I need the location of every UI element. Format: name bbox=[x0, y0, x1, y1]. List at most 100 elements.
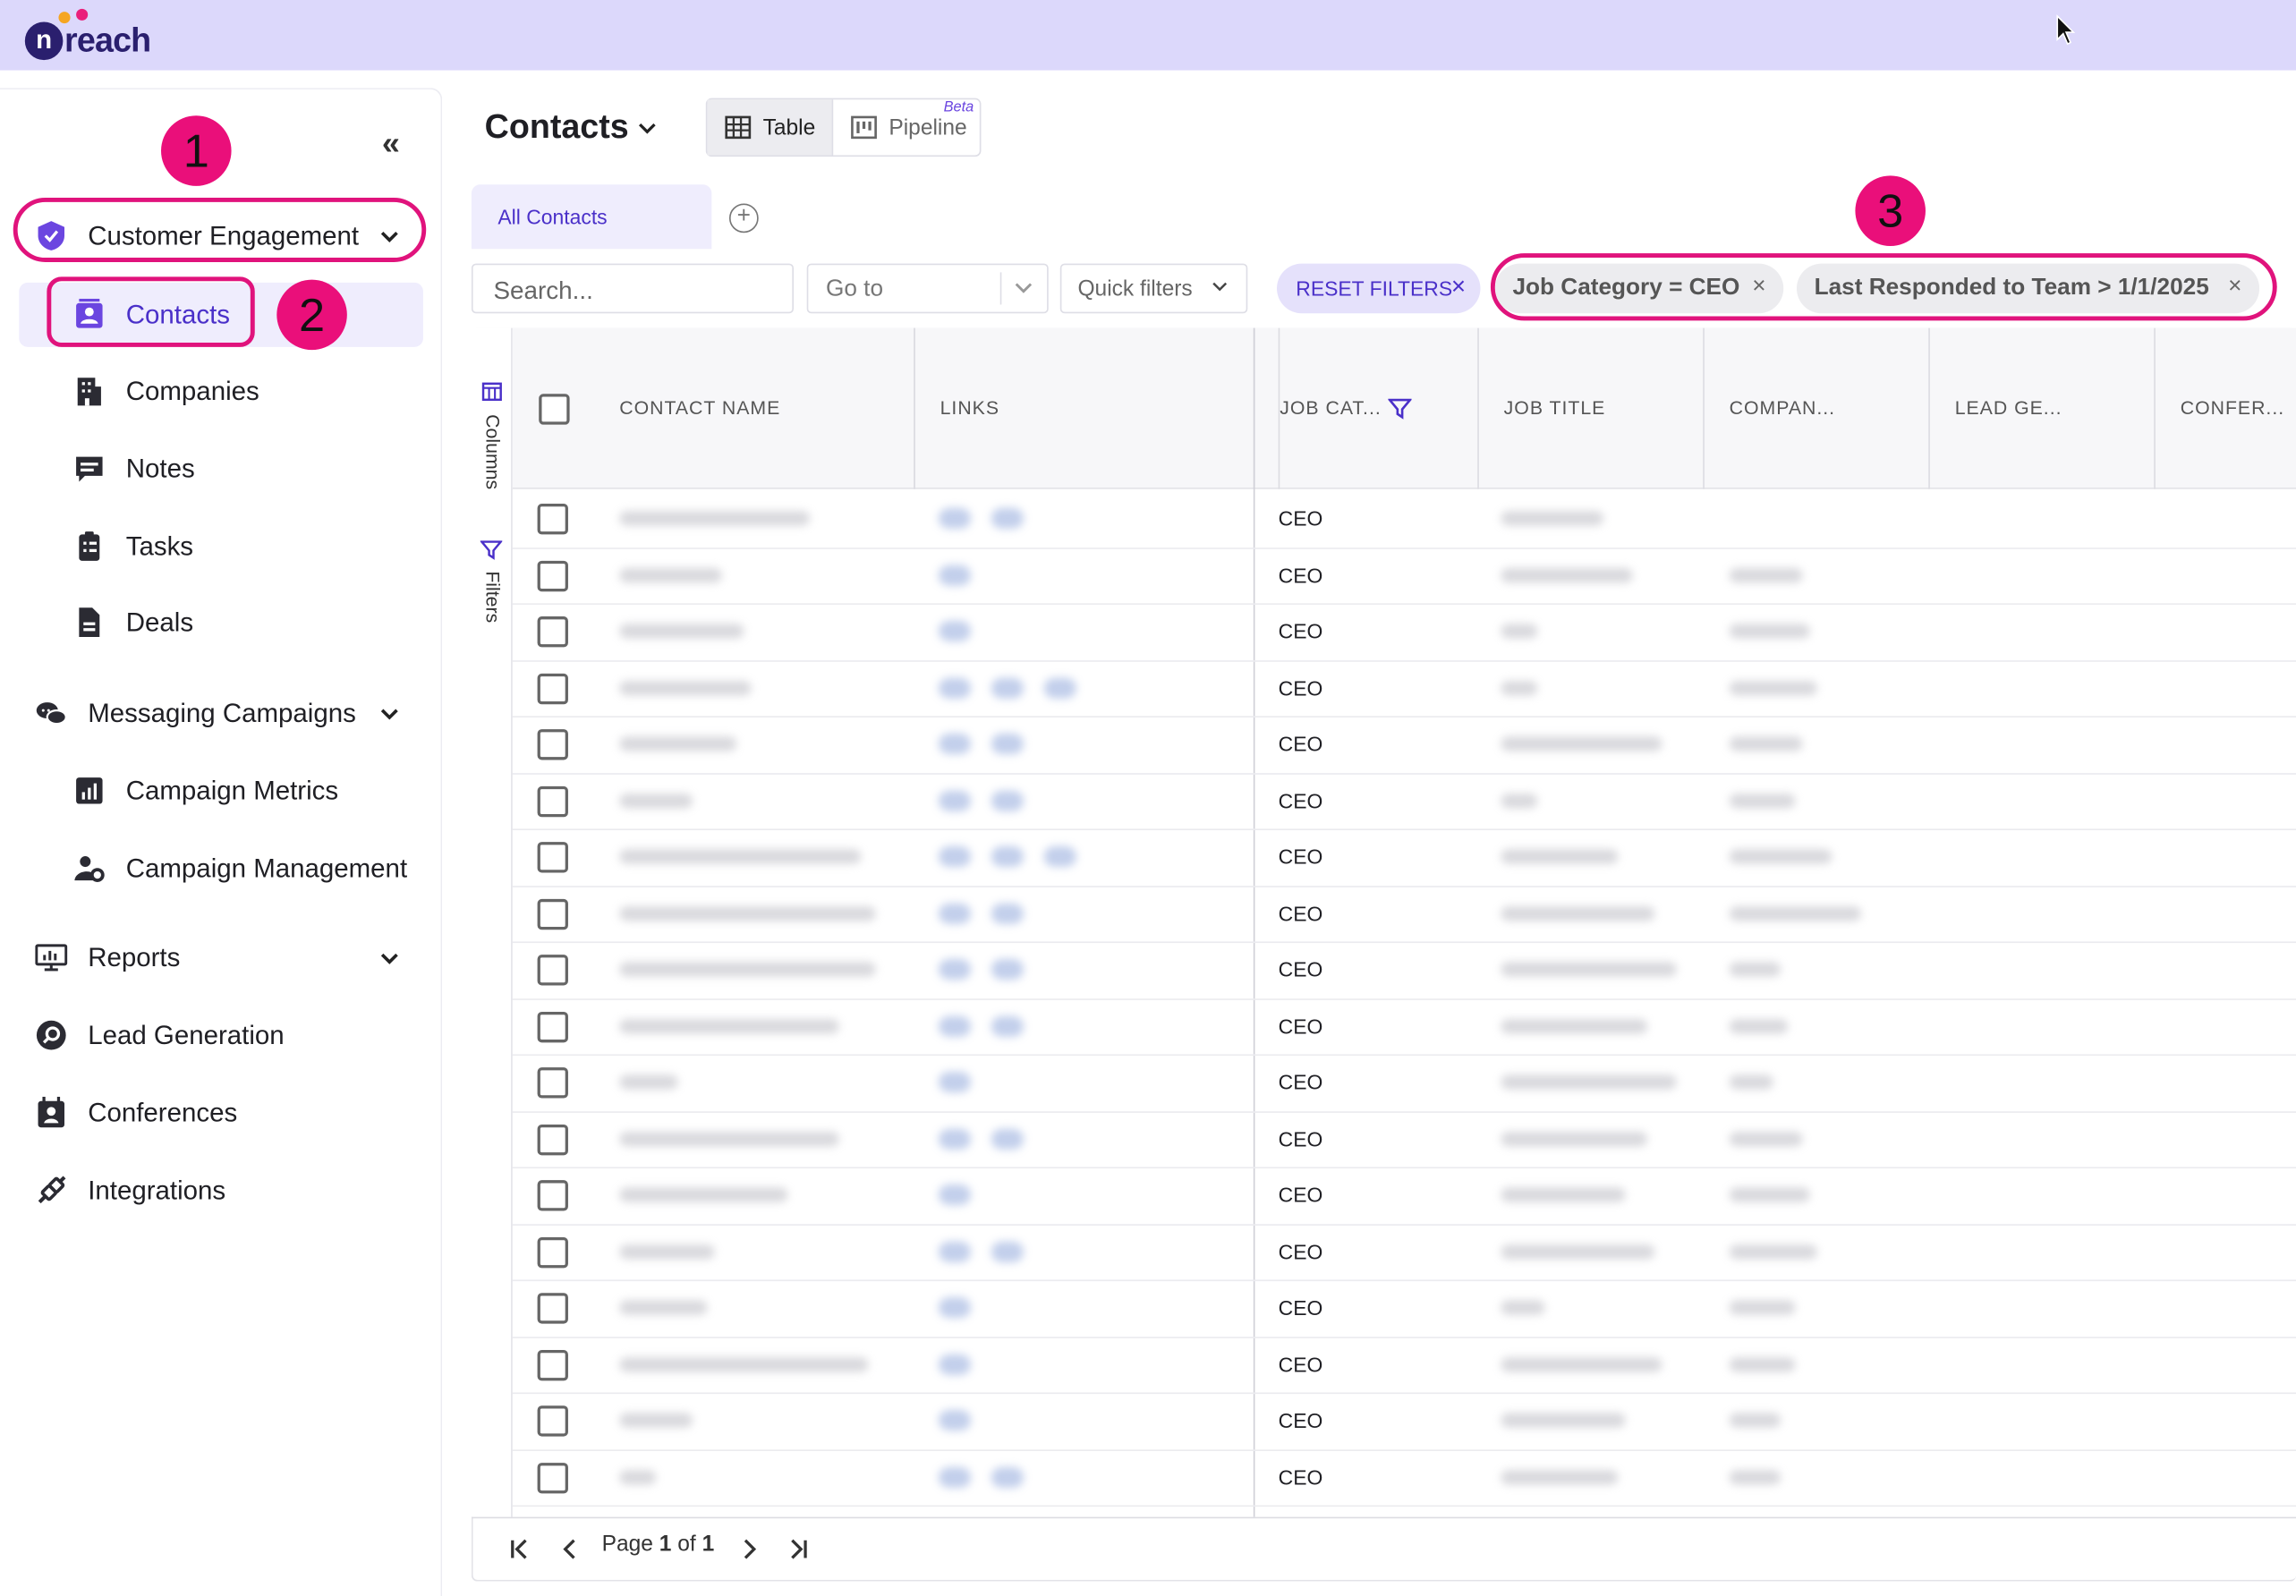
row-checkbox[interactable] bbox=[537, 616, 568, 648]
nav-campaign-metrics[interactable]: Campaign Metrics bbox=[73, 760, 338, 821]
header-company[interactable]: COMPAN... bbox=[1730, 327, 1930, 489]
blurred-link-icon[interactable] bbox=[991, 789, 1024, 811]
page-title[interactable]: Contacts bbox=[485, 106, 629, 146]
chevron-down-icon[interactable] bbox=[379, 704, 400, 725]
blurred-link-icon[interactable] bbox=[991, 733, 1024, 754]
filter-chip-last-responded[interactable]: Last Responded to Team > 1/1/2025 × bbox=[1796, 263, 2260, 314]
chevron-down-icon[interactable] bbox=[379, 949, 400, 970]
row-checkbox[interactable] bbox=[537, 1180, 568, 1211]
blurred-link-icon[interactable] bbox=[938, 1297, 971, 1319]
nav-messaging-campaigns[interactable]: Messaging Campaigns bbox=[35, 683, 356, 744]
nav-campaign-management[interactable]: Campaign Management bbox=[73, 837, 407, 899]
reset-filters-button[interactable]: RESET FILTERS × bbox=[1277, 263, 1481, 314]
blurred-link-icon[interactable] bbox=[991, 676, 1024, 698]
first-page-icon[interactable] bbox=[508, 1538, 531, 1561]
table-row[interactable] bbox=[513, 716, 2296, 771]
blurred-link-icon[interactable] bbox=[1043, 846, 1076, 867]
table-row[interactable] bbox=[513, 1449, 2296, 1505]
row-checkbox[interactable] bbox=[537, 1067, 568, 1099]
row-checkbox[interactable] bbox=[537, 1293, 568, 1324]
filters-panel-toggle[interactable]: Filters bbox=[481, 571, 504, 623]
blurred-link-icon[interactable] bbox=[938, 1184, 971, 1206]
blurred-link-icon[interactable] bbox=[991, 1241, 1024, 1262]
next-page-icon[interactable] bbox=[738, 1538, 761, 1561]
blurred-link-icon[interactable] bbox=[991, 1015, 1024, 1036]
close-icon[interactable]: × bbox=[1752, 274, 1765, 300]
filter-icon[interactable] bbox=[1388, 397, 1412, 420]
blurred-link-icon[interactable] bbox=[938, 564, 971, 585]
nav-tasks[interactable]: Tasks bbox=[73, 515, 193, 577]
logo-mark[interactable]: n bbox=[24, 21, 64, 61]
blurred-link-icon[interactable] bbox=[938, 1015, 971, 1036]
blurred-link-icon[interactable] bbox=[991, 507, 1024, 529]
blurred-link-icon[interactable] bbox=[938, 1241, 971, 1262]
blurred-link-icon[interactable] bbox=[938, 1072, 971, 1092]
table-row[interactable] bbox=[513, 1279, 2296, 1335]
add-tab-icon[interactable]: + bbox=[728, 203, 759, 233]
table-row[interactable] bbox=[513, 1054, 2296, 1109]
blurred-link-icon[interactable] bbox=[1043, 676, 1076, 698]
chevron-down-icon[interactable] bbox=[1211, 278, 1229, 296]
blurred-link-icon[interactable] bbox=[938, 1354, 971, 1375]
chevron-down-icon[interactable] bbox=[1013, 278, 1033, 299]
nav-conferences[interactable]: Conferences bbox=[35, 1082, 237, 1144]
blurred-link-icon[interactable] bbox=[991, 959, 1024, 980]
blurred-link-icon[interactable] bbox=[991, 1466, 1024, 1488]
row-checkbox[interactable] bbox=[537, 785, 568, 817]
row-checkbox[interactable] bbox=[537, 1405, 568, 1437]
row-checkbox[interactable] bbox=[537, 504, 568, 535]
row-checkbox[interactable] bbox=[537, 1124, 568, 1155]
header-links[interactable]: LINKS bbox=[940, 327, 1255, 489]
nav-lead-generation[interactable]: Lead Generation bbox=[35, 1005, 285, 1066]
chevron-down-icon[interactable] bbox=[637, 119, 658, 140]
nav-deals[interactable]: Deals bbox=[73, 591, 193, 653]
filter-icon[interactable] bbox=[480, 539, 503, 561]
blurred-link-icon[interactable] bbox=[938, 789, 971, 811]
tab-all-contacts[interactable]: All Contacts bbox=[471, 184, 712, 250]
blurred-link-icon[interactable] bbox=[938, 1466, 971, 1488]
row-checkbox[interactable] bbox=[537, 1011, 568, 1042]
logo-text[interactable]: reach bbox=[64, 21, 151, 60]
blurred-link-icon[interactable] bbox=[938, 733, 971, 754]
blurred-link-icon[interactable] bbox=[938, 903, 971, 923]
blurred-link-icon[interactable] bbox=[938, 507, 971, 529]
blurred-link-icon[interactable] bbox=[938, 1410, 971, 1431]
row-checkbox[interactable] bbox=[537, 673, 568, 704]
row-checkbox[interactable] bbox=[537, 898, 568, 930]
close-icon[interactable]: × bbox=[2228, 274, 2241, 300]
nav-reports[interactable]: Reports bbox=[35, 927, 180, 989]
columns-panel-toggle[interactable]: Columns bbox=[481, 414, 504, 489]
nav-companies[interactable]: Companies bbox=[73, 361, 259, 422]
row-checkbox[interactable] bbox=[537, 955, 568, 986]
blurred-link-icon[interactable] bbox=[938, 959, 971, 980]
row-checkbox[interactable] bbox=[537, 560, 568, 591]
row-checkbox[interactable] bbox=[537, 1236, 568, 1268]
table-row[interactable] bbox=[513, 547, 2296, 602]
table-row[interactable] bbox=[513, 772, 2296, 828]
header-conferences[interactable]: CONFER... bbox=[2181, 328, 2296, 489]
blurred-link-icon[interactable] bbox=[991, 846, 1024, 867]
table-view-button[interactable]: Table bbox=[707, 99, 834, 156]
header-lead-gen[interactable]: LEAD GE... bbox=[1955, 327, 2156, 489]
blurred-link-icon[interactable] bbox=[938, 676, 971, 698]
row-checkbox[interactable] bbox=[537, 729, 568, 760]
blurred-link-icon[interactable] bbox=[991, 1128, 1024, 1149]
blurred-link-icon[interactable] bbox=[991, 903, 1024, 923]
filter-chip-job-category[interactable]: Job Category = CEO × bbox=[1494, 263, 1784, 314]
blurred-link-icon[interactable] bbox=[938, 846, 971, 867]
table-row[interactable] bbox=[513, 659, 2296, 715]
pipeline-view-button[interactable]: Pipeline Beta bbox=[833, 99, 980, 155]
last-page-icon[interactable] bbox=[787, 1538, 810, 1561]
columns-icon[interactable] bbox=[481, 382, 502, 402]
row-checkbox[interactable] bbox=[537, 1349, 568, 1380]
row-checkbox[interactable] bbox=[537, 842, 568, 873]
goto-select[interactable]: Go to bbox=[806, 263, 1049, 314]
header-job-title[interactable]: JOB TITLE bbox=[1504, 327, 1705, 489]
previous-page-icon[interactable] bbox=[557, 1538, 581, 1561]
row-checkbox[interactable] bbox=[537, 1462, 568, 1493]
search-input[interactable]: Search... bbox=[471, 263, 794, 314]
header-contact-name[interactable]: CONTACT NAME bbox=[619, 327, 915, 489]
collapse-sidebar-button[interactable]: « bbox=[375, 127, 407, 161]
nav-integrations[interactable]: Integrations bbox=[35, 1159, 225, 1221]
table-row[interactable] bbox=[513, 1393, 2296, 1448]
